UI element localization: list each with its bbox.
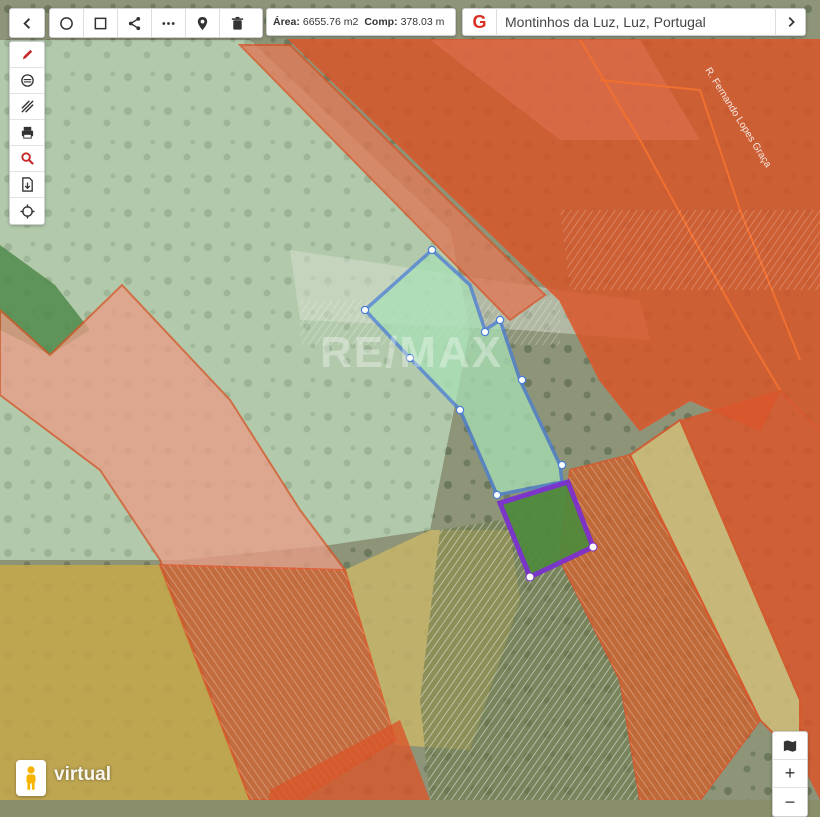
circle-tool[interactable] <box>50 9 84 37</box>
length-label: Comp: <box>364 16 398 28</box>
google-icon: G <box>472 11 487 32</box>
zoom-control: + − <box>772 731 808 817</box>
share-icon <box>128 16 141 30</box>
streetview-label: virtual <box>54 764 112 785</box>
vertex <box>495 315 505 325</box>
search-bar: G <box>462 8 806 36</box>
streetview-button[interactable] <box>16 760 46 796</box>
marker-tool[interactable] <box>186 9 220 37</box>
zoom-out-button[interactable]: − <box>773 788 807 816</box>
length-value: 378.03 m <box>400 16 445 28</box>
back-toolbar <box>9 8 45 38</box>
layers-tool[interactable] <box>10 68 44 94</box>
export-tool[interactable] <box>10 172 44 198</box>
vertex <box>427 245 437 255</box>
back-button[interactable] <box>10 9 44 37</box>
file-icon <box>21 177 33 192</box>
rectangle-tool[interactable] <box>84 9 118 37</box>
zone-hatch-right <box>560 210 820 290</box>
pegman-icon <box>26 766 36 790</box>
search-input[interactable] <box>497 9 775 35</box>
area-label: Área: <box>273 16 300 28</box>
vertex <box>360 305 370 315</box>
layers-circle-icon <box>20 74 34 87</box>
print-tool[interactable] <box>10 120 44 146</box>
dotted-line-icon <box>162 21 175 25</box>
locate-tool[interactable] <box>10 198 44 224</box>
pencil-icon <box>22 49 32 60</box>
measure-readout: Área: 6655.76 m2 Comp: 378.03 m <box>266 8 456 36</box>
map-canvas[interactable]: R. Fernando Lopes Graça <box>0 0 820 800</box>
trash-icon <box>231 16 243 30</box>
plot-vertex <box>588 542 598 552</box>
square-icon <box>94 17 107 29</box>
map-pin-icon <box>197 16 208 30</box>
area-value: 6655.76 m2 <box>302 16 359 28</box>
share-tool[interactable] <box>118 9 152 37</box>
map-icon <box>783 739 797 752</box>
vertex <box>492 490 502 500</box>
chevron-right-icon <box>788 17 795 27</box>
map-type-button[interactable] <box>773 732 807 760</box>
vertex <box>455 405 465 415</box>
search-tool[interactable] <box>10 146 44 172</box>
printer-icon <box>21 126 33 139</box>
geocoder-button[interactable]: G <box>463 8 497 36</box>
vertex <box>557 460 567 470</box>
delete-tool[interactable] <box>220 9 254 37</box>
hatch-tool[interactable] <box>10 94 44 120</box>
measure-line-tool[interactable] <box>152 9 186 37</box>
draw-tool[interactable] <box>10 42 44 68</box>
draw-toolbar <box>49 8 263 38</box>
circle-icon <box>60 16 73 30</box>
chevron-left-icon <box>22 17 30 29</box>
hatch-icon <box>20 100 34 113</box>
search-go-button[interactable] <box>775 8 805 36</box>
side-toolbar <box>9 41 45 225</box>
watermark: RE/MAX <box>320 328 504 377</box>
crosshair-icon <box>19 203 35 219</box>
plot-vertex <box>525 572 535 582</box>
zoom-in-button[interactable]: + <box>773 760 807 788</box>
vertex <box>517 375 527 385</box>
search-icon <box>20 152 34 165</box>
